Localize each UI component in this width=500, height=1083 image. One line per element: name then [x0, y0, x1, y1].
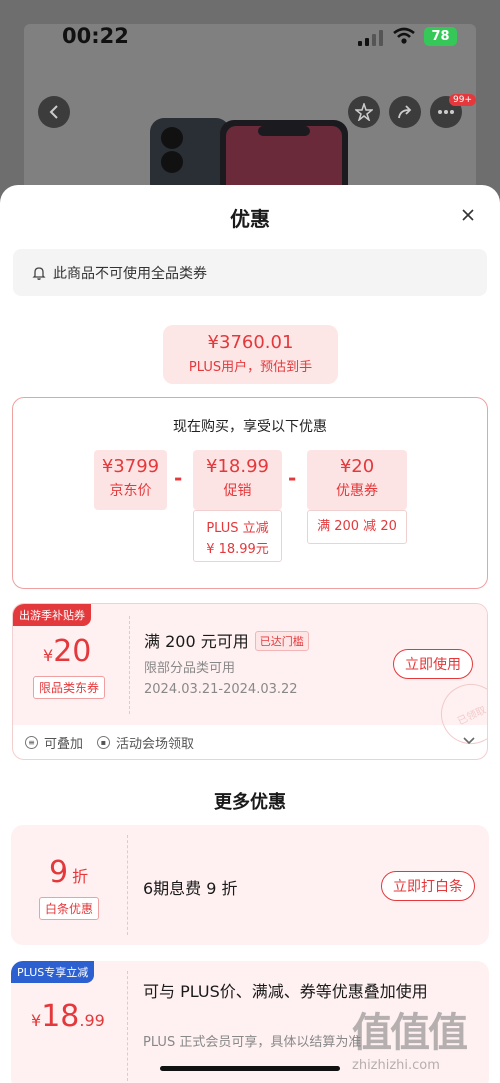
jd-price-label: 京东价 [109, 483, 152, 499]
coupon-scope: 限部分品类可用 [144, 661, 236, 676]
watermark: 值值值 zhizhizhi.com [352, 1000, 492, 1078]
watermark-logo: 值值值 [352, 1010, 468, 1056]
watermark-url: zhizhizhi.com [352, 1058, 440, 1073]
status-time: 00:22 [62, 24, 129, 48]
baitiao-card: 9折 白条优惠 6期息费 9 折 立即打白条 [11, 825, 489, 945]
estimated-price-label: PLUS用户，预估到手 [188, 360, 313, 375]
coupon-type: 限品类东券 [33, 676, 106, 699]
stackable-info: ≡ 可叠加 [25, 733, 83, 752]
jd-price-value: ¥3799 [101, 456, 160, 477]
baitiao-discount: 9折 [49, 855, 88, 890]
stackable-text: 可叠加 [44, 737, 84, 752]
coupon-detail: 满 200 减 20 [307, 510, 407, 544]
coupon-box: ¥20 优惠券 [307, 450, 407, 510]
home-indicator [160, 1066, 340, 1071]
coupon-body: 出游季补贴券 ¥20 限品类东券 满 200 元可用 已达门槛 限部分品类可用 2… [13, 604, 487, 754]
use-now-button[interactable]: 立即使用 [393, 649, 473, 679]
coupon-divider [129, 616, 130, 714]
coupon-label: 优惠券 [336, 483, 378, 499]
baitiao-text: 6期息费 9 折 [143, 879, 238, 898]
plus-amount: ¥18.99 [31, 999, 105, 1034]
promotion-sheet: 优惠 此商品不可使用全品类券 ¥3760.01 PLUS用户，预估到手 现在购买… [0, 185, 500, 1083]
currency-symbol: ¥ [31, 1011, 42, 1030]
breakdown-title: 现在购买，享受以下优惠 [173, 419, 327, 435]
chevron-down-icon[interactable] [463, 735, 475, 745]
plus-note: PLUS 正式会员可享，具体以结算为准 [143, 1035, 362, 1050]
coupon-amount: ¥20 [43, 634, 91, 669]
star-icon [355, 103, 373, 121]
close-icon[interactable] [462, 209, 474, 221]
minus-sign: - [174, 466, 183, 490]
jd-price-box: ¥3799 京东价 [94, 450, 167, 510]
plus-amount-dec: .99 [79, 1011, 105, 1030]
promo-detail-line2: ¥ 18.99元 [206, 542, 269, 557]
claimed-stamp: 已领取 [431, 674, 487, 754]
battery-indicator: 78 [424, 27, 457, 46]
notice-text: 此商品不可使用全品类券 [53, 265, 207, 282]
message-badge: 99+ [449, 94, 476, 106]
coupon-amount-value: 20 [53, 634, 92, 669]
status-bar: 00:22 78 [0, 22, 500, 52]
promo-detail-line1: PLUS 立减 [206, 521, 269, 536]
discount-breakdown: 现在购买，享受以下优惠 ¥3799 京东价 - ¥18.99 促销 - ¥20 … [12, 397, 488, 589]
share-button[interactable] [389, 96, 421, 128]
baitiao-discount-unit: 折 [72, 867, 89, 886]
source-info: ▪ 活动会场领取 [97, 733, 194, 752]
coupon-value: ¥20 [339, 456, 375, 477]
gift-icon: ▪ [97, 736, 111, 749]
coupon-condition: 满 200 元可用 已达门槛 [144, 628, 309, 652]
plus-amount-int: 18 [41, 999, 80, 1034]
coupon-footer: ≡ 可叠加 ▪ 活动会场领取 [25, 733, 208, 752]
coupon-card: 出游季补贴券 ¥20 限品类东券 满 200 元可用 已达门槛 限部分品类可用 2… [12, 603, 488, 760]
promo-value: ¥18.99 [206, 456, 269, 477]
more-offers-title: 更多优惠 [214, 792, 286, 813]
favorite-button[interactable] [348, 96, 380, 128]
stack-icon: ≡ [25, 736, 38, 749]
coupon-condition-text: 满 200 元可用 [144, 632, 249, 651]
notice-bar: 此商品不可使用全品类券 [13, 249, 487, 296]
card-divider [127, 835, 128, 935]
baitiao-chip: 白条优惠 [39, 897, 100, 920]
signal-icon [358, 30, 383, 46]
chevron-left-icon [49, 105, 58, 119]
sheet-title: 优惠 [230, 207, 270, 231]
estimated-price-value: ¥3760.01 [207, 332, 294, 353]
promo-box: ¥18.99 促销 [193, 450, 282, 510]
minus-sign: - [288, 466, 297, 490]
share-icon [398, 105, 412, 119]
currency-symbol: ¥ [43, 646, 54, 665]
threshold-met-badge: 已达门槛 [254, 631, 309, 651]
bell-icon [32, 266, 46, 280]
card-divider [127, 971, 128, 1081]
plus-tag: PLUS专享立减 [11, 961, 95, 983]
estimated-price: ¥3760.01 PLUS用户，预估到手 [163, 325, 338, 384]
back-button[interactable] [38, 96, 70, 128]
coupon-tag: 出游季补贴券 [13, 604, 91, 626]
baitiao-button[interactable]: 立即打白条 [381, 871, 475, 901]
baitiao-discount-value: 9 [49, 855, 69, 890]
more-icon [438, 110, 454, 114]
coupon-dates: 2024.03.21-2024.03.22 [144, 682, 298, 697]
source-text: 活动会场领取 [116, 737, 195, 752]
promo-label: 促销 [223, 483, 252, 499]
wifi-icon [393, 27, 415, 44]
promo-detail: PLUS 立减 ¥ 18.99元 [193, 510, 282, 562]
